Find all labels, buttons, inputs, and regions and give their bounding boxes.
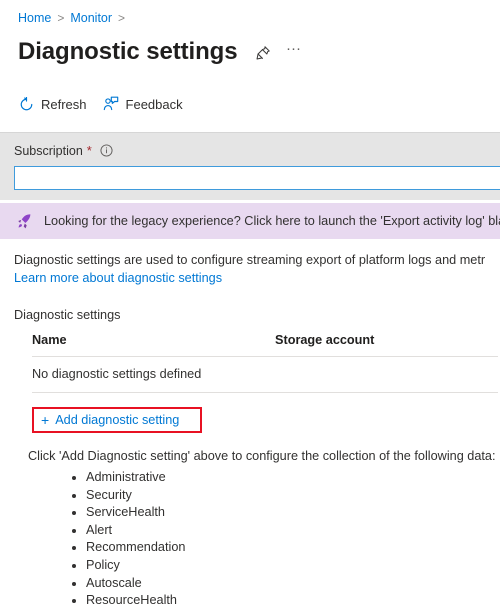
breadcrumb-separator: > bbox=[118, 11, 126, 25]
add-diagnostic-setting-label: Add diagnostic setting bbox=[55, 413, 180, 427]
table-row: No diagnostic settings defined bbox=[32, 357, 498, 393]
subscription-label: Subscription bbox=[14, 143, 83, 158]
refresh-button[interactable]: Refresh bbox=[18, 91, 87, 117]
plus-icon: + bbox=[41, 412, 50, 428]
list-item: Administrative bbox=[72, 469, 500, 487]
list-item: Recommendation bbox=[72, 539, 500, 557]
ellipsis-icon[interactable]: ··· bbox=[283, 39, 303, 66]
pushpin-icon[interactable] bbox=[253, 42, 273, 62]
command-bar: Refresh Feedback bbox=[0, 71, 500, 120]
list-item: Security bbox=[72, 487, 500, 505]
page-title: Diagnostic settings bbox=[18, 38, 238, 65]
breadcrumb-item-monitor[interactable]: Monitor bbox=[70, 11, 112, 25]
column-header-storage-account: Storage account bbox=[275, 333, 375, 347]
diagnostic-settings-table: Name Storage account No diagnostic setti… bbox=[32, 333, 498, 393]
empty-state-message: No diagnostic settings defined bbox=[32, 367, 202, 381]
feedback-icon bbox=[103, 96, 119, 112]
title-row: Diagnostic settings ··· bbox=[0, 27, 500, 71]
breadcrumb-separator: > bbox=[57, 11, 65, 25]
column-header-name: Name bbox=[32, 333, 67, 347]
refresh-icon bbox=[18, 96, 34, 112]
refresh-label: Refresh bbox=[41, 96, 87, 112]
list-item: Policy bbox=[72, 557, 500, 575]
subscription-filter-band: Subscription * bbox=[0, 132, 500, 200]
breadcrumb: Home > Monitor > bbox=[0, 0, 500, 27]
add-diagnostic-setting-button[interactable]: + Add diagnostic setting bbox=[32, 407, 179, 433]
add-diagnostic-setting-wrapper: + Add diagnostic setting bbox=[32, 407, 202, 433]
main-content: Diagnostic settings are used to configur… bbox=[0, 239, 500, 610]
feedback-label: Feedback bbox=[125, 96, 183, 112]
feedback-button[interactable]: Feedback bbox=[103, 91, 183, 117]
data-types-list: Administrative Security ServiceHealth Al… bbox=[14, 469, 500, 610]
breadcrumb-item-home[interactable]: Home bbox=[18, 11, 51, 25]
subscription-label-row: Subscription * bbox=[14, 142, 500, 159]
info-icon[interactable] bbox=[100, 144, 113, 157]
section-label-diagnostic-settings: Diagnostic settings bbox=[14, 308, 121, 322]
description-text: Diagnostic settings are used to configur… bbox=[14, 253, 486, 267]
footer-note: Click 'Add Diagnostic setting' above to … bbox=[28, 449, 496, 463]
legacy-experience-banner[interactable]: Looking for the legacy experience? Click… bbox=[0, 203, 500, 239]
rocket-icon bbox=[14, 212, 32, 230]
list-item: ResourceHealth bbox=[72, 592, 500, 610]
learn-more-link[interactable]: Learn more about diagnostic settings bbox=[14, 270, 500, 287]
table-header-row: Name Storage account bbox=[32, 333, 498, 357]
subscription-input[interactable] bbox=[14, 166, 500, 190]
legacy-banner-text: Looking for the legacy experience? Click… bbox=[44, 214, 500, 228]
list-item: Autoscale bbox=[72, 575, 500, 593]
required-marker: * bbox=[86, 143, 92, 158]
list-item: Alert bbox=[72, 522, 500, 540]
list-item: ServiceHealth bbox=[72, 504, 500, 522]
